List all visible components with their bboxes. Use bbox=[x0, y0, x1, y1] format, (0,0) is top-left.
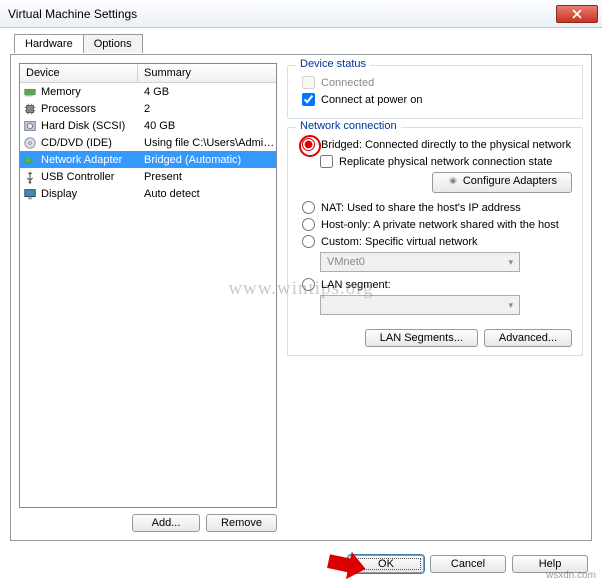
device-row-display[interactable]: Display Auto detect bbox=[20, 185, 276, 202]
bridged-label: Bridged: Connected directly to the physi… bbox=[321, 139, 571, 151]
legend-network: Network connection bbox=[296, 120, 401, 132]
lan-segments-button[interactable]: LAN Segments... bbox=[365, 329, 478, 347]
device-name: Memory bbox=[41, 86, 81, 98]
device-name: Hard Disk (SCSI) bbox=[41, 120, 125, 132]
device-name: CD/DVD (IDE) bbox=[41, 137, 112, 149]
nat-label: NAT: Used to share the host's IP address bbox=[321, 202, 521, 214]
titlebar: Virtual Machine Settings bbox=[0, 0, 602, 28]
add-button[interactable]: Add... bbox=[132, 514, 200, 532]
custom-radio-row[interactable]: Custom: Specific virtual network bbox=[302, 235, 572, 248]
device-name: Display bbox=[41, 188, 77, 200]
memory-icon bbox=[23, 85, 37, 99]
disk-icon bbox=[23, 119, 37, 133]
gear-icon bbox=[447, 175, 459, 187]
custom-network-value: VMnet0 bbox=[327, 256, 365, 268]
advanced-button[interactable]: Advanced... bbox=[484, 329, 572, 347]
nat-radio-row[interactable]: NAT: Used to share the host's IP address bbox=[302, 201, 572, 214]
close-button[interactable] bbox=[556, 5, 598, 23]
device-list[interactable]: Device Summary Memory 4 GB Processors 2 Hard… bbox=[19, 63, 277, 508]
cpu-icon bbox=[23, 102, 37, 116]
lansegment-select: ▾ bbox=[320, 295, 520, 315]
chevron-down-icon: ▾ bbox=[508, 300, 513, 311]
group-network-connection: Network connection Bridged: Connected di… bbox=[287, 127, 583, 356]
watermark-small: wsxdn.com bbox=[546, 570, 596, 581]
usb-icon bbox=[23, 170, 37, 184]
nat-radio[interactable] bbox=[302, 201, 315, 214]
hostonly-radio[interactable] bbox=[302, 218, 315, 231]
device-summary: Auto detect bbox=[138, 188, 276, 200]
device-name: Processors bbox=[41, 103, 96, 115]
cd-icon bbox=[23, 136, 37, 150]
close-icon bbox=[572, 9, 582, 19]
chevron-down-icon: ▾ bbox=[508, 257, 513, 268]
connected-label: Connected bbox=[321, 77, 374, 89]
device-summary: Using file C:\Users\Admin\Do... bbox=[138, 137, 276, 149]
lansegment-radio-row[interactable]: LAN segment: bbox=[302, 278, 572, 291]
legend-device-status: Device status bbox=[296, 58, 370, 70]
replicate-checkbox[interactable] bbox=[320, 155, 333, 168]
group-device-status: Device status Connected Connect at power… bbox=[287, 65, 583, 119]
column-summary[interactable]: Summary bbox=[138, 64, 276, 82]
cancel-button[interactable]: Cancel bbox=[430, 555, 506, 573]
device-summary: 40 GB bbox=[138, 120, 276, 132]
list-header: Device Summary bbox=[20, 64, 276, 83]
device-row-cpu[interactable]: Processors 2 bbox=[20, 100, 276, 117]
hostonly-label: Host-only: A private network shared with… bbox=[321, 219, 559, 231]
bridged-radio-row[interactable]: Bridged: Connected directly to the physi… bbox=[302, 138, 572, 151]
connected-checkbox bbox=[302, 76, 315, 89]
tab-hardware[interactable]: Hardware bbox=[14, 34, 84, 53]
replicate-label: Replicate physical network connection st… bbox=[339, 156, 552, 168]
device-row-memory[interactable]: Memory 4 GB bbox=[20, 83, 276, 100]
device-summary: Present bbox=[138, 171, 276, 183]
device-row-cd[interactable]: CD/DVD (IDE) Using file C:\Users\Admin\Do… bbox=[20, 134, 276, 151]
device-summary: Bridged (Automatic) bbox=[138, 154, 276, 166]
custom-network-select: VMnet0 ▾ bbox=[320, 252, 520, 272]
window-title: Virtual Machine Settings bbox=[8, 7, 556, 21]
device-row-net[interactable]: Network Adapter Bridged (Automatic) bbox=[20, 151, 276, 168]
tab-strip: Hardware Options bbox=[14, 34, 592, 53]
replicate-checkbox-row[interactable]: Replicate physical network connection st… bbox=[320, 155, 572, 168]
column-device[interactable]: Device bbox=[20, 64, 138, 82]
connect-poweron-row[interactable]: Connect at power on bbox=[302, 93, 572, 106]
lansegment-label: LAN segment: bbox=[321, 279, 391, 291]
device-summary: 4 GB bbox=[138, 86, 276, 98]
connect-poweron-label: Connect at power on bbox=[321, 94, 423, 106]
configure-adapters-button[interactable]: Configure Adapters bbox=[432, 172, 572, 193]
tab-options[interactable]: Options bbox=[84, 34, 143, 53]
hostonly-radio-row[interactable]: Host-only: A private network shared with… bbox=[302, 218, 572, 231]
device-summary: 2 bbox=[138, 103, 276, 115]
net-icon bbox=[23, 153, 37, 167]
remove-button[interactable]: Remove bbox=[206, 514, 277, 532]
bridged-radio[interactable] bbox=[302, 138, 315, 151]
device-name: Network Adapter bbox=[41, 154, 122, 166]
device-row-disk[interactable]: Hard Disk (SCSI) 40 GB bbox=[20, 117, 276, 134]
lansegment-radio[interactable] bbox=[302, 278, 315, 291]
connect-poweron-checkbox[interactable] bbox=[302, 93, 315, 106]
device-row-usb[interactable]: USB Controller Present bbox=[20, 168, 276, 185]
device-name: USB Controller bbox=[41, 171, 114, 183]
connected-checkbox-row: Connected bbox=[302, 76, 572, 89]
display-icon bbox=[23, 187, 37, 201]
custom-radio[interactable] bbox=[302, 235, 315, 248]
custom-label: Custom: Specific virtual network bbox=[321, 236, 478, 248]
